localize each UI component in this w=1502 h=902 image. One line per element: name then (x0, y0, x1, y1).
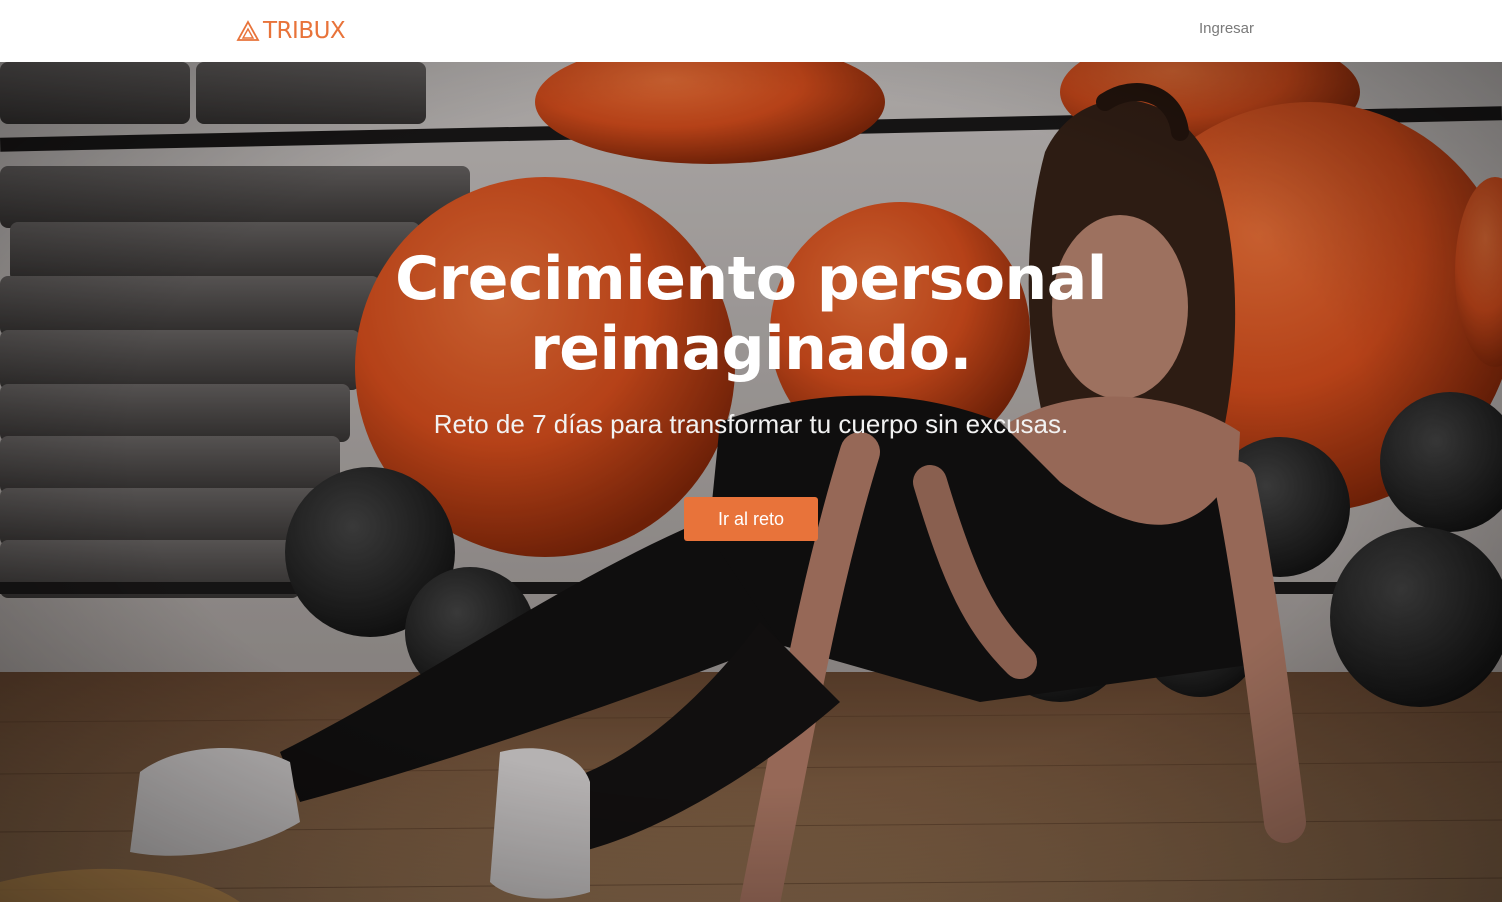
brand-logo-link[interactable]: TRIBUX (236, 18, 346, 44)
brand-name: TRIBUX (263, 18, 346, 44)
go-to-challenge-button[interactable]: Ir al reto (684, 497, 818, 541)
top-navbar: TRIBUX Ingresar (0, 0, 1502, 62)
triangle-logo-icon (236, 20, 260, 42)
hero-title: Crecimiento personal reimaginado. (395, 244, 1107, 384)
hero-content: Crecimiento personal reimaginado. Reto d… (0, 244, 1502, 541)
hero-subtitle: Reto de 7 días para transformar tu cuerp… (433, 409, 1069, 439)
hero-section: Crecimiento personal reimaginado. Reto d… (0, 62, 1502, 902)
login-link[interactable]: Ingresar (1199, 19, 1254, 39)
